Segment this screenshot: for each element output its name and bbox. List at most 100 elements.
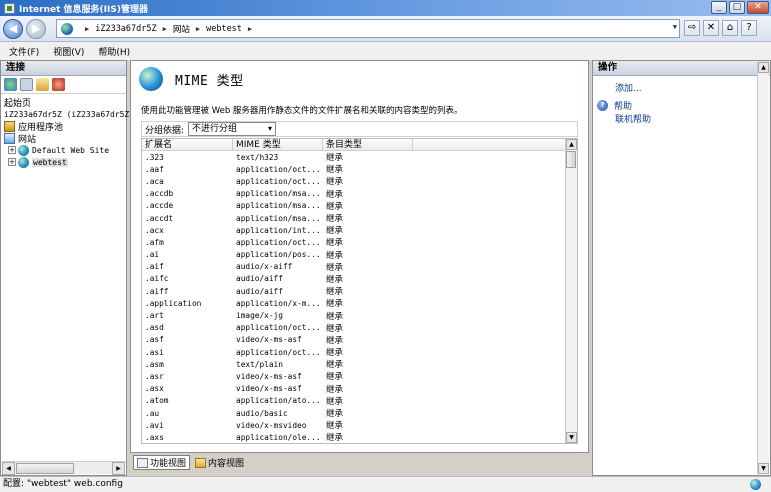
home-icon[interactable]: ⌂ (722, 20, 738, 36)
scroll-up-icon[interactable]: ▲ (566, 139, 577, 150)
cell-mime-type: audio/aiff (236, 274, 283, 284)
breadcrumb-arrow-icon[interactable]: ▶ (163, 25, 167, 33)
save-icon[interactable] (20, 78, 33, 91)
breadcrumb-server[interactable]: iZ233a67dr5Z (95, 24, 156, 34)
cell-extension: .asf (145, 335, 164, 345)
table-row[interactable]: .aaf application/oct... 继承 (142, 163, 567, 176)
table-row[interactable]: .accdt application/msa... 继承 (142, 212, 567, 225)
table-row[interactable]: .afm application/oct... 继承 (142, 236, 567, 249)
cell-entry-type: 继承 (326, 201, 344, 212)
scroll-right-icon[interactable]: ▶ (112, 461, 125, 475)
table-row[interactable]: .asm text/plain 继承 (142, 358, 567, 371)
cell-extension: .asm (145, 359, 164, 369)
column-extension[interactable]: 扩展名 (142, 139, 233, 150)
breadcrumb-arrow-icon[interactable]: ▶ (85, 25, 89, 33)
breadcrumb-site[interactable]: webtest (206, 24, 242, 34)
table-row[interactable]: .asx video/x-ms-asf 继承 (142, 383, 567, 395)
table-row[interactable]: .accdb application/msa... 继承 (142, 188, 567, 200)
tree-site-default[interactable]: + Default Web Site (4, 144, 126, 156)
table-row[interactable]: .aif audio/x-aiff 继承 (142, 261, 567, 273)
column-entry-type[interactable]: 条目类型 (323, 139, 413, 150)
scroll-down-icon[interactable]: ▼ (566, 432, 577, 443)
table-row[interactable]: .aifc audio/aiff 继承 (142, 273, 567, 285)
column-mime-type[interactable]: MIME 类型 (233, 139, 323, 150)
grid-header: 扩展名 MIME 类型 条目类型 (142, 139, 577, 151)
table-row[interactable]: .asf video/x-ms-asf 继承 (142, 334, 567, 346)
expand-icon[interactable]: + (8, 158, 16, 166)
tree-site-webtest[interactable]: + webtest (4, 156, 126, 168)
menu-help[interactable]: 帮助(H) (98, 45, 130, 58)
table-row[interactable]: .axs application/ole... 继承 (142, 431, 567, 443)
close-button[interactable]: ✕ (747, 1, 769, 14)
minimize-button[interactable]: _ (711, 1, 727, 14)
table-row[interactable]: .323 text/h323 继承 (142, 151, 567, 164)
actions-scrollbar[interactable]: ▲ ▼ (757, 62, 769, 474)
help-dropdown-icon[interactable]: ? (741, 20, 757, 36)
table-row[interactable]: .art image/x-jg 继承 (142, 309, 567, 322)
breadcrumb-arrow-icon[interactable]: ▶ (196, 25, 200, 33)
group-by-select[interactable]: 不进行分组 (188, 122, 277, 136)
table-row[interactable]: .asi application/oct... 继承 (142, 346, 567, 359)
table-row[interactable]: .aiff audio/aiff 继承 (142, 285, 567, 298)
tree-app-pools[interactable]: 应用程序池 (4, 120, 126, 133)
menu-file[interactable]: 文件(F) (9, 45, 39, 58)
cell-mime-type: audio/aiff (236, 286, 283, 296)
cell-extension: .aif (145, 262, 164, 272)
page-title: MIME 类型 (175, 73, 244, 89)
address-dropdown-icon[interactable]: ▼ (673, 23, 677, 31)
forward-button[interactable]: ▶ (26, 18, 46, 39)
window-controls: _ □ ✕ (711, 1, 769, 14)
tree-horizontal-scrollbar[interactable]: ◀ ▶ (2, 461, 125, 475)
cell-extension: .atom (145, 396, 169, 406)
scroll-thumb[interactable] (566, 151, 576, 168)
menu-view[interactable]: 视图(V) (53, 45, 84, 58)
cell-entry-type: 继承 (326, 311, 344, 322)
maximize-button[interactable]: □ (729, 1, 745, 14)
expand-icon[interactable]: + (8, 146, 16, 154)
table-row[interactable]: .application application/x-m... 继承 (142, 297, 567, 310)
scroll-down-icon[interactable]: ▼ (758, 463, 769, 474)
table-row[interactable]: .acx application/int... 继承 (142, 224, 567, 237)
stop-icon[interactable]: ✕ (703, 20, 719, 36)
cell-extension: .323 (145, 152, 164, 162)
table-row[interactable]: .avi video/x-msvideo 继承 (142, 419, 567, 432)
scroll-left-icon[interactable]: ◀ (2, 461, 15, 475)
table-row[interactable]: .asd application/oct... 继承 (142, 322, 567, 334)
table-row[interactable]: .atom application/ato... 继承 (142, 395, 567, 407)
table-row[interactable]: .ai application/pos... 继承 (142, 249, 567, 261)
cell-mime-type: image/x-jg (236, 311, 283, 321)
grid-vertical-scrollbar[interactable]: ▲ ▼ (565, 139, 577, 443)
connect-icon[interactable] (4, 78, 17, 91)
window-title: Internet 信息服务(IIS)管理器 (19, 4, 148, 15)
tree-sites[interactable]: 网站 (4, 132, 126, 145)
go-icon[interactable]: ⇨ (684, 20, 700, 36)
features-view-icon (137, 457, 148, 468)
table-row[interactable]: .aca application/oct... 继承 (142, 175, 567, 188)
globe-icon (18, 156, 29, 168)
breadcrumb-arrow-icon[interactable]: ▶ (248, 25, 252, 33)
back-button[interactable]: ◀ (3, 18, 23, 39)
connections-header: 连接 (1, 61, 126, 76)
cell-mime-type: application/oct... (236, 176, 321, 186)
scroll-up-icon[interactable]: ▲ (758, 62, 769, 73)
scroll-thumb[interactable] (16, 462, 74, 474)
address-breadcrumb[interactable]: ▶ iZ233a67dr5Z ▶ 网站 ▶ webtest ▶ ▼ (56, 19, 680, 38)
cell-entry-type: 继承 (326, 421, 344, 432)
cell-mime-type: audio/basic (236, 408, 288, 418)
disconnect-icon[interactable] (52, 78, 65, 91)
tree-start-page[interactable]: 起始页 (4, 96, 126, 109)
up-folder-icon[interactable] (36, 78, 49, 91)
action-add[interactable]: 添加... (615, 81, 770, 94)
tab-features-view[interactable]: 功能视图 (133, 455, 191, 470)
action-help[interactable]: ? 帮助 (597, 99, 770, 112)
table-row[interactable]: .au audio/basic 继承 (142, 407, 567, 420)
cell-entry-type: 继承 (326, 262, 344, 273)
table-row[interactable]: .accde application/msa... 继承 (142, 200, 567, 212)
table-row[interactable]: .asr video/x-ms-asf 继承 (142, 370, 567, 383)
cell-entry-type: 继承 (326, 250, 344, 261)
tab-content-view[interactable]: 内容视图 (192, 455, 247, 470)
action-online-help[interactable]: 联机帮助 (615, 112, 770, 125)
tree-server[interactable]: iZ233a67dr5Z (iZ233a67dr5Z\ (4, 108, 134, 120)
breadcrumb-sites[interactable]: 网站 (173, 23, 190, 35)
cell-entry-type: 继承 (326, 274, 344, 285)
